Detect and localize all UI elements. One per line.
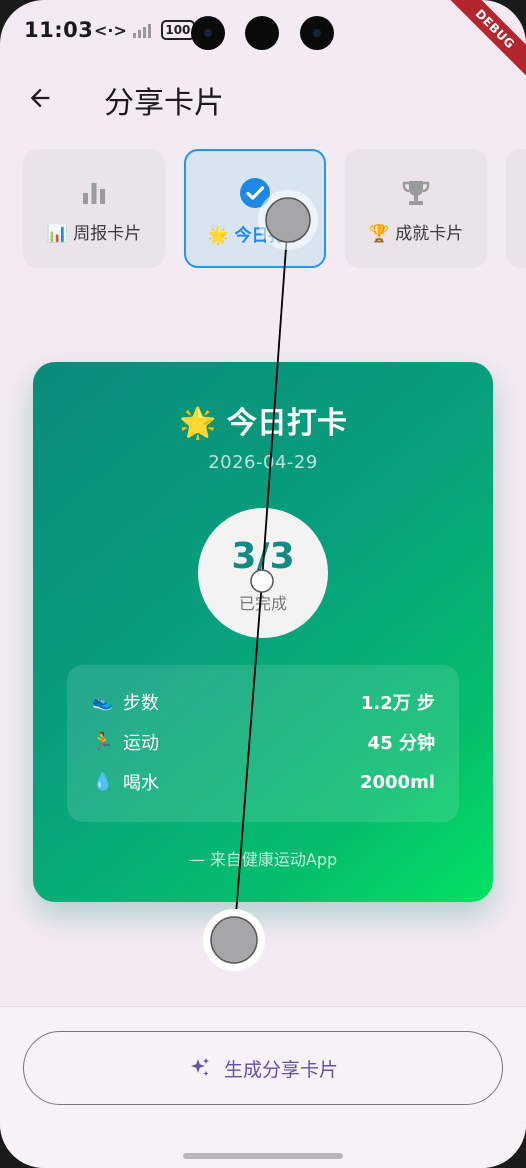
page-title: 分享卡片 xyxy=(104,86,224,121)
trophy-icon xyxy=(402,181,430,205)
stat-label: 运动 xyxy=(123,733,159,754)
stat-value: 45 分钟 xyxy=(367,733,435,754)
runner-icon: 🏃 xyxy=(92,732,114,752)
home-indicator[interactable] xyxy=(183,1153,343,1159)
status-icons: <·> 100 xyxy=(94,20,195,40)
tab-weekly-card[interactable]: 📊 周报卡片 xyxy=(23,149,165,268)
camera-icon xyxy=(191,16,225,50)
progress-circle: 3/3 已完成 xyxy=(198,508,328,638)
camera-icon xyxy=(245,16,279,50)
camera-icon xyxy=(300,16,334,50)
tab-label: 📊 周报卡片 xyxy=(46,224,142,244)
tab-achievement-card[interactable]: 🏆 成就卡片 xyxy=(345,149,487,268)
stat-label: 步数 xyxy=(123,693,159,714)
check-circle-icon xyxy=(240,178,270,208)
bottom-bar: 生成分享卡片 xyxy=(0,1006,526,1168)
stat-label: 喝水 xyxy=(123,773,159,794)
nfc-icon: <·> xyxy=(94,20,127,40)
card-footer: — 来自健康运动App xyxy=(188,850,338,869)
progress-value: 3/3 xyxy=(231,536,295,577)
tab-label: 🏆 成就卡片 xyxy=(368,224,464,244)
card-date: 2026-04-29 xyxy=(208,452,318,473)
stat-row-steps: 👟 步数 1.2万 步 xyxy=(91,687,435,717)
status-time: 11:03 xyxy=(24,18,94,42)
generate-button-label: 生成分享卡片 xyxy=(223,1058,338,1081)
battery-icon: 100 xyxy=(160,20,195,40)
phone-screen: 11:03 <·> 100 DEBUG 分享卡片 📊 周报卡片 🌟 今日打卡 🏆… xyxy=(0,0,526,1168)
stat-value: 2000ml xyxy=(359,771,435,793)
tab-partial-next[interactable] xyxy=(506,149,526,268)
stat-row-exercise: 🏃 运动 45 分钟 xyxy=(91,727,435,757)
sparkle-icon xyxy=(190,1058,209,1076)
arrow-back-icon xyxy=(30,88,50,108)
stats-box: 👟 步数 1.2万 步 🏃 运动 45 分钟 💧 喝水 2000ml xyxy=(67,665,459,822)
water-drop-icon: 💧 xyxy=(92,772,114,792)
generate-share-card-button[interactable]: 生成分享卡片 xyxy=(23,1031,503,1105)
tab-label: 🌟 今日打卡 xyxy=(207,226,303,246)
signal-icon xyxy=(132,22,151,38)
progress-caption: 已完成 xyxy=(238,594,287,613)
status-bar: 11:03 <·> 100 xyxy=(0,0,526,66)
shoe-icon: 👟 xyxy=(92,692,114,712)
back-button[interactable] xyxy=(22,80,58,116)
bar-chart-icon xyxy=(83,183,105,204)
stat-value: 1.2万 步 xyxy=(360,693,435,714)
tab-daily-checkin[interactable]: 🌟 今日打卡 xyxy=(184,149,326,268)
stat-row-water: 💧 喝水 2000ml xyxy=(91,767,435,797)
share-card-preview: 🌟 今日打卡 2026-04-29 3/3 已完成 👟 步数 1.2万 步 🏃 … xyxy=(33,362,493,902)
card-title: 🌟 今日打卡 xyxy=(179,406,347,441)
